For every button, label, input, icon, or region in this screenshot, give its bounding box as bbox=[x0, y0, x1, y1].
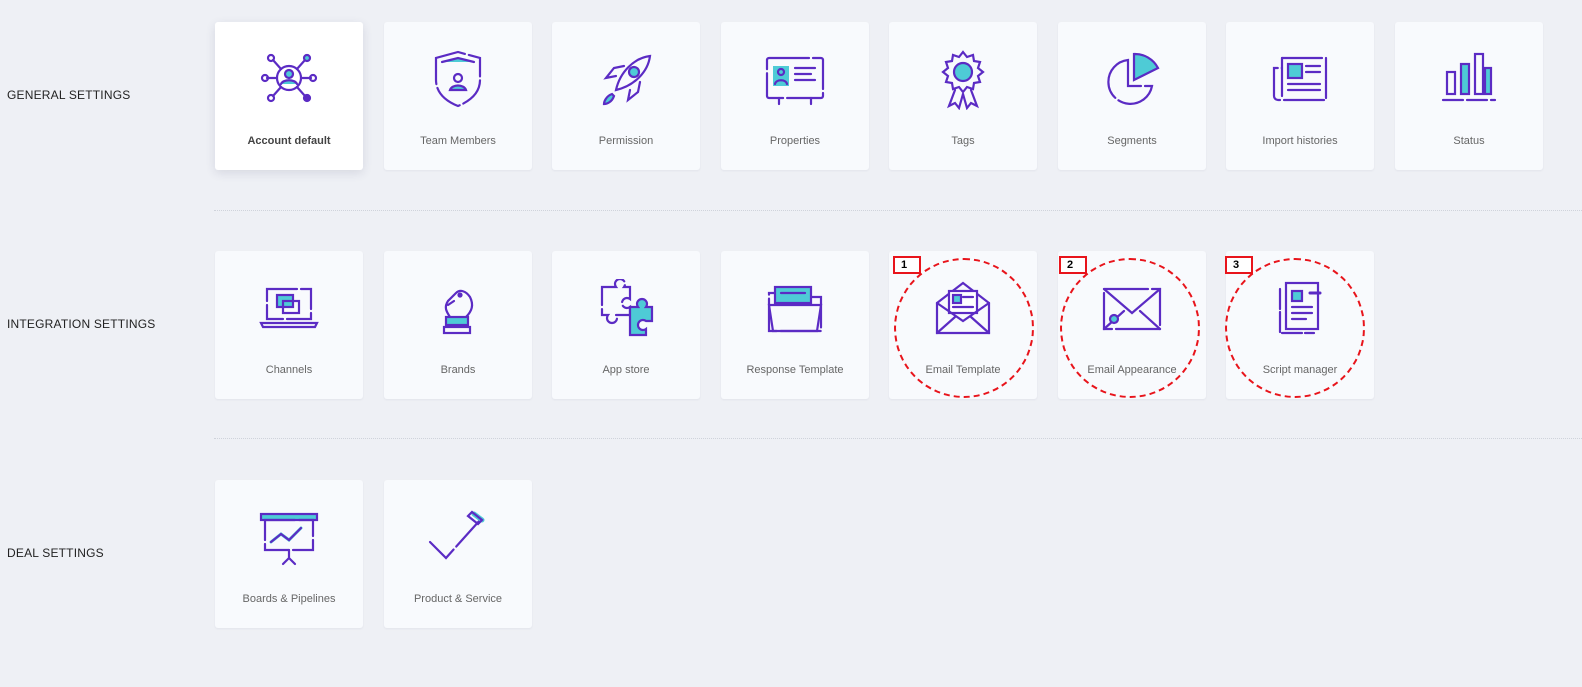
card-label: Brands bbox=[440, 364, 476, 376]
card-label: Channels bbox=[265, 364, 313, 376]
card-label: Properties bbox=[769, 135, 821, 147]
account-network-icon bbox=[259, 50, 319, 110]
card-product-service[interactable]: Product & Service bbox=[384, 480, 532, 628]
general-settings-section: GENERAL SETTINGS Account default Team Me… bbox=[0, 0, 1582, 229]
card-label: Email Appearance bbox=[1087, 364, 1177, 376]
card-label: Account default bbox=[247, 135, 331, 147]
section-label-general: GENERAL SETTINGS bbox=[7, 88, 131, 102]
card-segments[interactable]: Segments bbox=[1058, 22, 1206, 170]
card-label: App store bbox=[602, 364, 650, 376]
card-permission[interactable]: Permission bbox=[552, 22, 700, 170]
document-icon bbox=[1270, 279, 1330, 339]
card-label: Boards & Pipelines bbox=[242, 593, 336, 605]
pie-chart-icon bbox=[1102, 50, 1162, 110]
card-label: Status bbox=[1453, 135, 1485, 147]
card-properties[interactable]: Properties bbox=[721, 22, 869, 170]
card-label: Response Template bbox=[746, 364, 844, 376]
checkmark-pen-icon bbox=[428, 508, 488, 568]
card-brands[interactable]: Brands bbox=[384, 251, 532, 399]
card-label: Team Members bbox=[420, 135, 496, 147]
section-label-deal: DEAL SETTINGS bbox=[7, 546, 104, 560]
annotation-badge-1: 1 bbox=[893, 256, 921, 274]
section-divider bbox=[214, 438, 1582, 439]
puzzle-icon bbox=[596, 279, 656, 339]
shield-user-icon bbox=[428, 50, 488, 110]
rocket-icon bbox=[596, 50, 656, 110]
award-ribbon-icon bbox=[933, 50, 993, 110]
card-label: Email Template bbox=[925, 364, 1001, 376]
id-card-icon bbox=[765, 50, 825, 110]
chess-knight-icon bbox=[428, 279, 488, 339]
section-label-integration: INTEGRATION SETTINGS bbox=[7, 317, 156, 331]
card-status[interactable]: Status bbox=[1395, 22, 1543, 170]
folder-icon bbox=[765, 279, 825, 339]
card-app-store[interactable]: App store bbox=[552, 251, 700, 399]
integration-settings-section: INTEGRATION SETTINGS Channels Brands App… bbox=[0, 229, 1582, 458]
open-envelope-icon bbox=[933, 279, 993, 339]
card-channels[interactable]: Channels bbox=[215, 251, 363, 399]
newspaper-icon bbox=[1270, 50, 1330, 110]
annotation-badge-2: 2 bbox=[1059, 256, 1087, 274]
envelope-icon bbox=[1102, 279, 1162, 339]
card-label: Segments bbox=[1107, 135, 1157, 147]
annotation-badge-3: 3 bbox=[1225, 256, 1253, 274]
card-label: Permission bbox=[598, 135, 654, 147]
card-label: Import histories bbox=[1262, 135, 1338, 147]
card-account-default[interactable]: Account default bbox=[215, 22, 363, 170]
card-label: Product & Service bbox=[413, 593, 503, 605]
card-import-histories[interactable]: Import histories bbox=[1226, 22, 1374, 170]
bar-chart-icon bbox=[1439, 50, 1499, 110]
card-tags[interactable]: Tags bbox=[889, 22, 1037, 170]
card-boards-pipelines[interactable]: Boards & Pipelines bbox=[215, 480, 363, 628]
laptop-icon bbox=[259, 279, 319, 339]
card-team-members[interactable]: Team Members bbox=[384, 22, 532, 170]
presentation-board-icon bbox=[259, 508, 319, 568]
card-label: Script manager bbox=[1262, 364, 1338, 376]
section-divider bbox=[214, 210, 1582, 211]
deal-settings-section: DEAL SETTINGS Boards & Pipelines Product… bbox=[0, 458, 1582, 687]
card-label: Tags bbox=[951, 135, 975, 147]
card-response-template[interactable]: Response Template bbox=[721, 251, 869, 399]
